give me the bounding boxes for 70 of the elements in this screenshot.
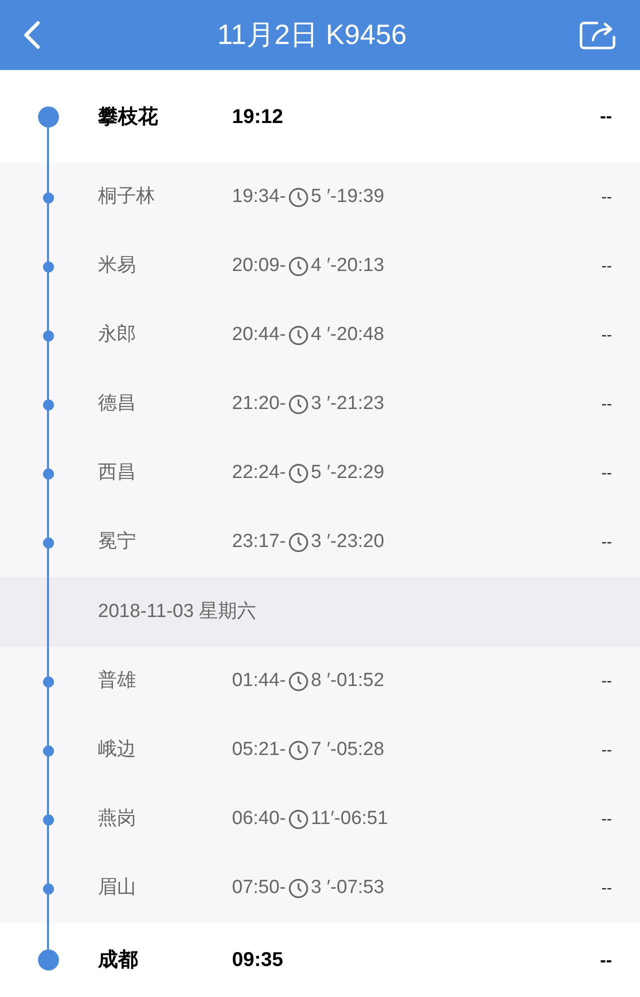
dash-text: --	[600, 948, 612, 972]
stay-time: 3 ′	[310, 530, 330, 554]
depart-time: -07:53	[330, 876, 384, 900]
stay-time: 4 ′	[310, 323, 330, 348]
station-name: 眉山	[98, 876, 137, 900]
arrive-time: 05:21-	[232, 738, 286, 762]
dash-text: --	[601, 188, 612, 208]
window-title: 11月2日 K9456	[217, 18, 407, 52]
time-text: 19:12	[232, 104, 284, 130]
depart-time: -19:39	[330, 185, 384, 210]
clock-icon	[288, 325, 309, 346]
dash-text: --	[601, 256, 612, 276]
depart-time: -21:23	[330, 392, 384, 416]
station-name: 德昌	[98, 392, 137, 416]
clock-icon	[288, 809, 309, 830]
stay-time: 8 ′	[310, 669, 330, 694]
depart-time: -23:20	[330, 530, 384, 554]
station-name: 米易	[98, 254, 137, 278]
time-text: 09:35	[232, 948, 284, 973]
station-name: 冕宁	[98, 530, 137, 554]
clock-icon	[288, 256, 309, 277]
station-name: 燕岗	[98, 807, 137, 832]
arrive-time: 06:40-	[232, 807, 286, 832]
station-name: 西昌	[98, 461, 137, 486]
stay-time: 7 ′	[310, 738, 330, 762]
stay-time: 11′	[310, 807, 334, 832]
dash-text: --	[601, 740, 612, 760]
arrive-time: 22:24-	[232, 461, 286, 486]
station-name: 桐子林	[98, 185, 156, 210]
clock-icon	[288, 394, 309, 415]
clock-icon	[288, 671, 309, 692]
dash-text: --	[601, 810, 612, 830]
arrive-time: 23:17-	[232, 530, 286, 554]
dash-text: --	[601, 672, 612, 692]
share-icon	[578, 20, 617, 50]
clock-icon	[288, 187, 309, 208]
arrive-time: 21:20-	[232, 392, 286, 416]
clock-icon	[288, 878, 309, 899]
dash-text: --	[601, 326, 612, 346]
arrive-time: 20:44-	[232, 323, 286, 348]
depart-time: -22:29	[330, 461, 384, 486]
dash-text: --	[601, 532, 612, 552]
station-name: 普雄	[98, 668, 137, 694]
depart-time: -06:51	[334, 807, 388, 832]
arrive-time: 01:44-	[232, 669, 286, 694]
dash-text: --	[601, 878, 612, 898]
clock-icon	[288, 463, 309, 484]
depart-time: -20:13	[330, 254, 384, 278]
stay-time: 5 ′	[310, 461, 330, 486]
depart-time: -20:48	[330, 323, 384, 348]
clock-icon	[288, 740, 309, 761]
clock-icon	[288, 532, 309, 553]
stay-time: 5 ′	[310, 185, 330, 210]
dash-text: --	[600, 105, 612, 128]
stay-time: 3 ′	[310, 876, 330, 900]
back-icon	[22, 20, 42, 50]
arrive-time: 07:50-	[232, 876, 286, 900]
arrive-time: 19:34-	[232, 185, 286, 210]
stay-time: 3 ′	[310, 392, 330, 416]
stay-time: 4 ′	[310, 254, 330, 278]
station-name: 永郎	[98, 323, 137, 348]
depart-time: -01:52	[330, 669, 384, 694]
station-name: 成都	[98, 948, 139, 973]
dash-text: --	[601, 464, 612, 484]
arrive-time: 20:09-	[232, 254, 286, 278]
depart-time: -05:28	[330, 738, 384, 762]
station-name: 攀枝花	[98, 104, 159, 130]
date-text: 2018-11-03 星期六	[98, 600, 256, 624]
station-name: 峨边	[98, 738, 137, 762]
dash-text: --	[601, 394, 612, 414]
